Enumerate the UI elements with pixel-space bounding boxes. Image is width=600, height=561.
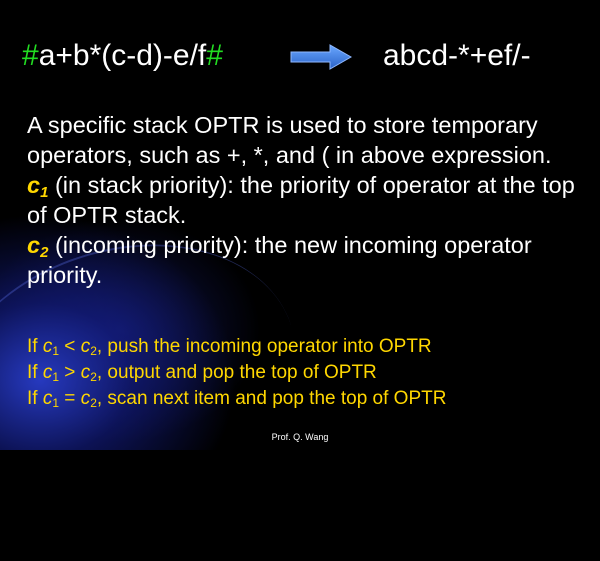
right-arrow-icon: [290, 44, 352, 70]
c1-symbol: c1: [27, 172, 49, 201]
postfix-expression: abcd-*+ef/-: [383, 39, 531, 72]
infix-expression: #a+b*(c-d)-e/f#: [22, 36, 223, 76]
paragraph-c1: c1 (in stack priority): the priority of …: [27, 170, 587, 230]
rule-equal: If c1 = c2, scan next item and pop the t…: [27, 388, 447, 410]
rule-less-than: If c1 < c2, push the incoming operator i…: [27, 336, 432, 358]
slide-footer: Prof. Q. Wang: [0, 432, 600, 442]
paragraph-optr: A specific stack OPTR is used to store t…: [27, 112, 552, 168]
hash-close: #: [206, 39, 223, 72]
c2-description: (incoming priority): the new incoming op…: [27, 232, 532, 288]
infix-body: a+b*(c-d)-e/f: [38, 39, 207, 72]
explanation-text: A specific stack OPTR is used to store t…: [27, 110, 587, 290]
paragraph-c2: c2 (incoming priority): the new incoming…: [27, 230, 587, 290]
hash-open: #: [22, 39, 39, 72]
c2-symbol: c2: [27, 232, 49, 261]
rule-greater-than: If c1 > c2, output and pop the top of OP…: [27, 362, 377, 384]
expression-header: #a+b*(c-d)-e/f# abcd-*+ef/-: [22, 36, 582, 76]
c1-description: (in stack priority): the priority of ope…: [27, 172, 575, 228]
rules-list: If c1 < c2, push the incoming operator i…: [27, 334, 587, 412]
author-credit: Prof. Q. Wang: [271, 432, 329, 442]
